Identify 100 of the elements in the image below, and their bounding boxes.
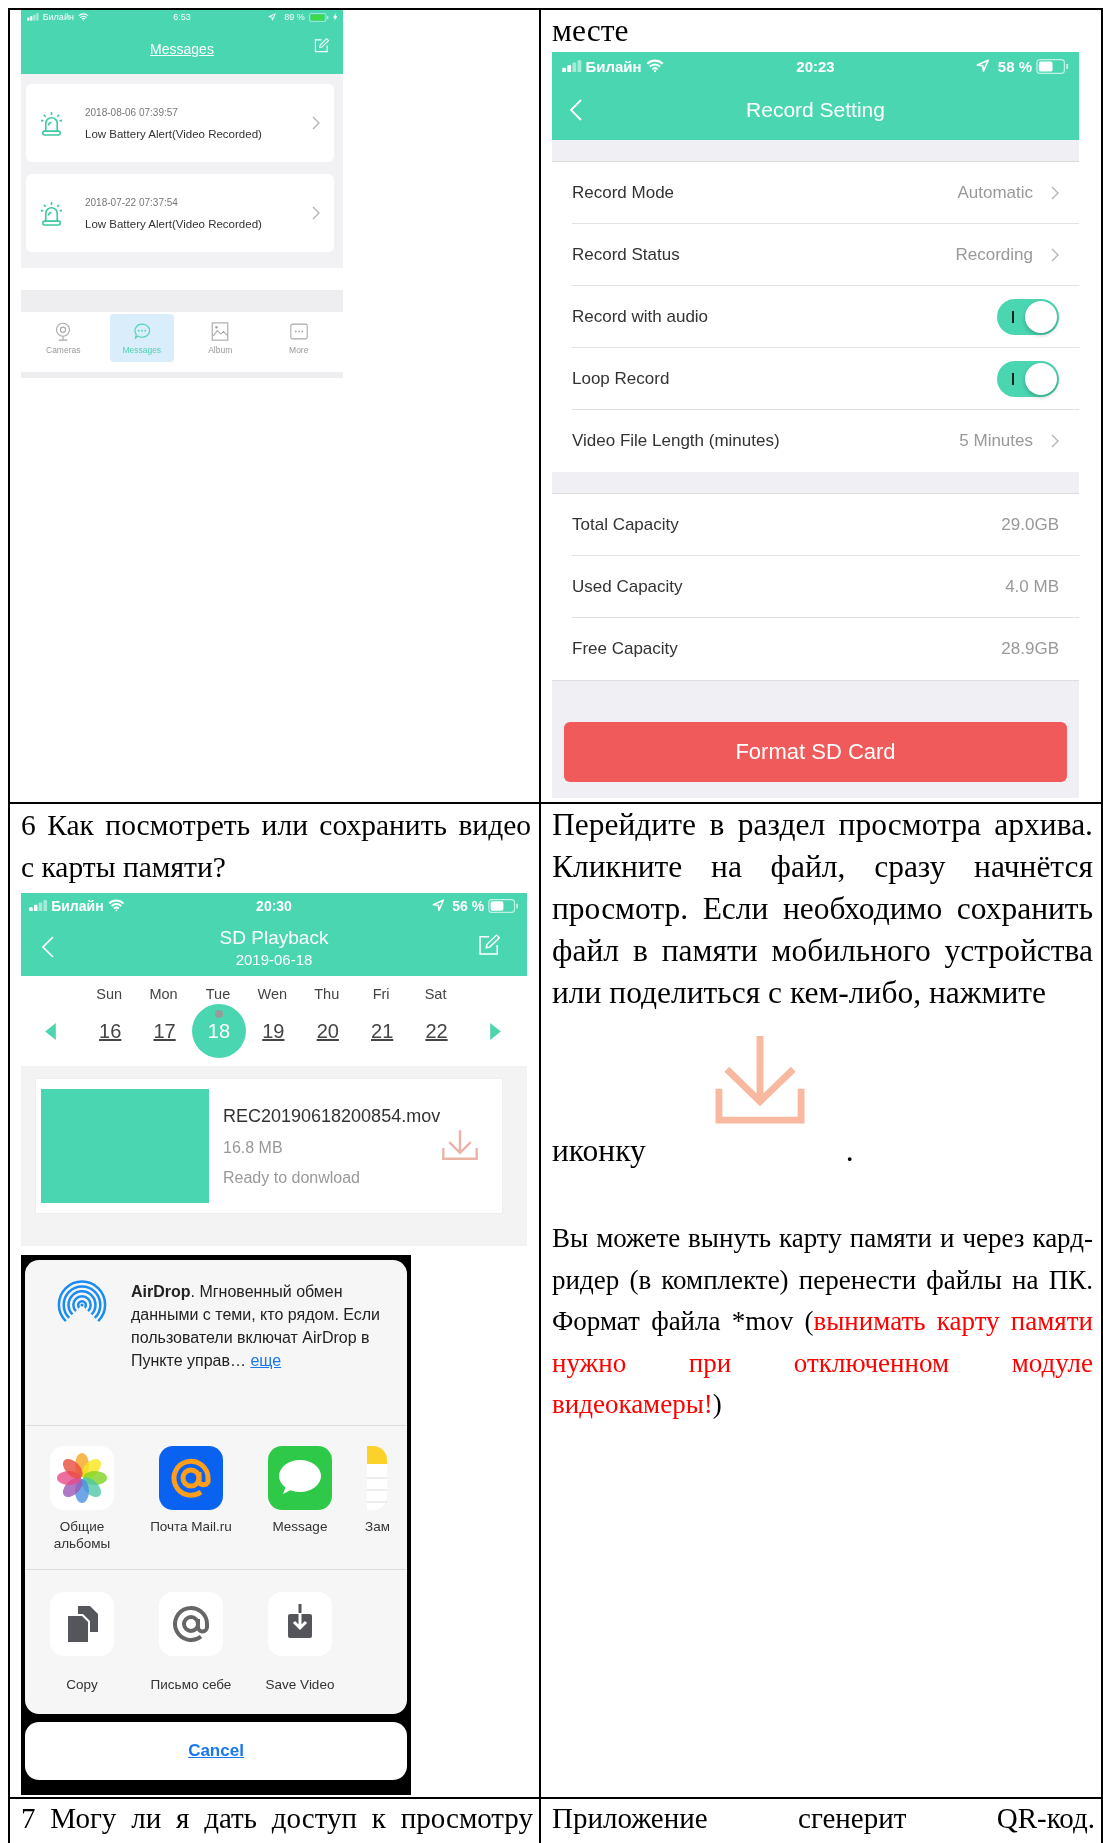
screen-title: Record Setting xyxy=(746,98,885,122)
setting-value: 4.0 MB xyxy=(1005,576,1059,597)
calendar-day[interactable]: 17 xyxy=(137,1004,192,1058)
next-arrow-icon[interactable] xyxy=(489,1022,501,1040)
wifi-icon xyxy=(77,12,89,22)
setting-label: Record with audio xyxy=(572,306,710,327)
previous-arrow-icon[interactable] xyxy=(45,1022,56,1040)
edit-icon[interactable] xyxy=(314,38,329,53)
weekday-label: Fri xyxy=(372,986,390,1002)
body-text: . xyxy=(845,1132,854,1170)
location-icon xyxy=(976,59,990,73)
action-label: Письмо себе xyxy=(150,1676,232,1693)
app-label: Зам xyxy=(365,1518,389,1535)
message-card[interactable]: 2018-07-22 07:37:54 Low Battery Alert(Video Recorded) xyxy=(26,174,334,252)
calendar-day[interactable]: 20 xyxy=(300,1004,355,1058)
app-label: Message xyxy=(272,1518,328,1535)
wifi-icon xyxy=(107,899,125,912)
chevron-icon xyxy=(1051,247,1059,262)
carrier-name: Билайн xyxy=(42,12,74,22)
signal-icon xyxy=(27,13,39,21)
weekday-label: Thu xyxy=(314,986,340,1002)
weekday-label: Tue xyxy=(205,986,231,1002)
chevron-icon xyxy=(312,206,320,220)
weekday-label: Mon xyxy=(149,986,178,1002)
setting-value: 29.0GB xyxy=(1001,514,1059,535)
copy-icon[interactable] xyxy=(50,1592,114,1656)
mail-app-icon[interactable] xyxy=(159,1446,223,1510)
save-icon[interactable] xyxy=(268,1592,332,1656)
signal-icon xyxy=(29,899,48,912)
charging-icon xyxy=(332,12,337,22)
calendar-day[interactable]: 16 xyxy=(83,1004,138,1058)
action-label: Save Video xyxy=(265,1676,335,1693)
location-icon xyxy=(268,12,277,22)
battery-percent: 58 % xyxy=(997,57,1032,75)
weekday-label: Sat xyxy=(424,986,447,1002)
setting-label: Used Capacity xyxy=(572,576,684,597)
calendar-day[interactable]: 19 xyxy=(246,1004,301,1058)
setting-label: Record Mode xyxy=(572,182,676,203)
body-text: месте xyxy=(552,16,630,46)
cancel-button[interactable]: Cancel xyxy=(25,1722,407,1780)
file-name: REC20190618200854.mov xyxy=(223,1105,441,1127)
action-label: Copy xyxy=(66,1676,98,1693)
chevron-icon xyxy=(1051,185,1059,200)
carrier-name: Билайн xyxy=(585,57,642,75)
at-sign-icon[interactable] xyxy=(159,1592,223,1656)
battery-percent: 89 % xyxy=(284,12,305,22)
toggle-switch[interactable] xyxy=(997,360,1059,397)
alarm-icon xyxy=(40,110,63,136)
screen-title: SD Playback xyxy=(219,926,329,949)
video-file-card[interactable]: REC20190618200854.mov 16.8 MB Ready to donwload xyxy=(35,1078,503,1214)
file-size: 16.8 MB xyxy=(223,1138,284,1157)
signal-icon xyxy=(562,59,582,73)
file-status: Ready to donwload xyxy=(223,1168,361,1187)
screen-title: Messages xyxy=(150,41,214,57)
carrier-name: Билайн xyxy=(51,897,104,914)
setting-label: Loop Record xyxy=(572,368,671,389)
question-heading: 7 Могу ли я дать доступ к просмотру xyxy=(21,1801,534,1836)
edit-icon[interactable] xyxy=(478,934,500,956)
location-icon xyxy=(431,899,445,912)
airdrop-description: AirDrop. Мгновенный обмен данными с теми, кто рядом. Если пользователи включат AirDrop в Пункте управ… еще xyxy=(131,1282,382,1371)
back-icon[interactable] xyxy=(570,99,582,121)
message-date: 2018-08-06 07:39:57 xyxy=(85,106,179,118)
setting-value: Automatic xyxy=(957,182,1033,203)
message-text: Low Battery Alert(Video Recorded) xyxy=(85,127,263,140)
photos-app-icon[interactable] xyxy=(50,1446,114,1510)
setting-value: 5 Minutes xyxy=(959,431,1033,451)
message-date: 2018-07-22 07:37:54 xyxy=(85,196,179,208)
answer-paragraph: Перейдите в раздел просмотра архива. Кликните на файл, сразу начнётся просмотр. Если необходимо сохранить файл в памяти мобильного устройства или поделиться с кем-либо, нажмите xyxy=(552,806,1094,1012)
alarm-icon xyxy=(40,200,63,226)
battery-percent: 56 % xyxy=(452,897,485,914)
more-icon xyxy=(289,321,308,341)
calendar-day[interactable]: 21 xyxy=(355,1004,410,1058)
messages-app-icon[interactable] xyxy=(268,1446,332,1510)
chevron-icon xyxy=(1051,434,1059,448)
message-text: Low Battery Alert(Video Recorded) xyxy=(85,217,263,230)
setting-label: Total Capacity xyxy=(572,514,680,535)
chevron-icon xyxy=(312,116,320,130)
calendar-day[interactable]: 22 xyxy=(409,1004,464,1058)
back-icon[interactable] xyxy=(42,936,54,958)
wifi-icon xyxy=(645,59,664,73)
body-text: иконку xyxy=(552,1132,646,1170)
weekday-label: Sun xyxy=(96,986,123,1002)
clock-time: 20:23 xyxy=(796,57,835,75)
note-paragraph: Вы можете вынуть карту памяти и через кард-ридер (в комплекте) перенести файлы на ПК. Формат файла *mov (вынимать карту памяти нужно при отключенном модуле видеокамеры!) xyxy=(552,1222,1094,1421)
weekday-label: Wen xyxy=(257,986,288,1002)
more-link[interactable]: еще xyxy=(250,1352,282,1369)
question-heading: 6 Как посмотреть или сохранить видео с карты памяти? xyxy=(21,808,532,885)
screen-subtitle: 2019-06-18 xyxy=(235,950,313,968)
camera-icon xyxy=(54,321,73,341)
app-label: Почта Mail.ru xyxy=(150,1518,232,1535)
setting-label: Free Capacity xyxy=(572,639,679,659)
clock-time: 6:53 xyxy=(173,12,191,22)
notes-app-icon[interactable] xyxy=(367,1446,387,1510)
setting-value: 28.9GB xyxy=(1001,639,1059,659)
download-icon[interactable] xyxy=(442,1129,478,1160)
toggle-switch[interactable] xyxy=(997,298,1059,335)
clock-time: 20:30 xyxy=(256,897,292,914)
app-label: Общие альбомы xyxy=(52,1518,112,1552)
message-card[interactable]: 2018-08-06 07:39:57 Low Battery Alert(Video Recorded) xyxy=(26,84,334,162)
setting-label: Video File Length (minutes) xyxy=(572,431,781,451)
